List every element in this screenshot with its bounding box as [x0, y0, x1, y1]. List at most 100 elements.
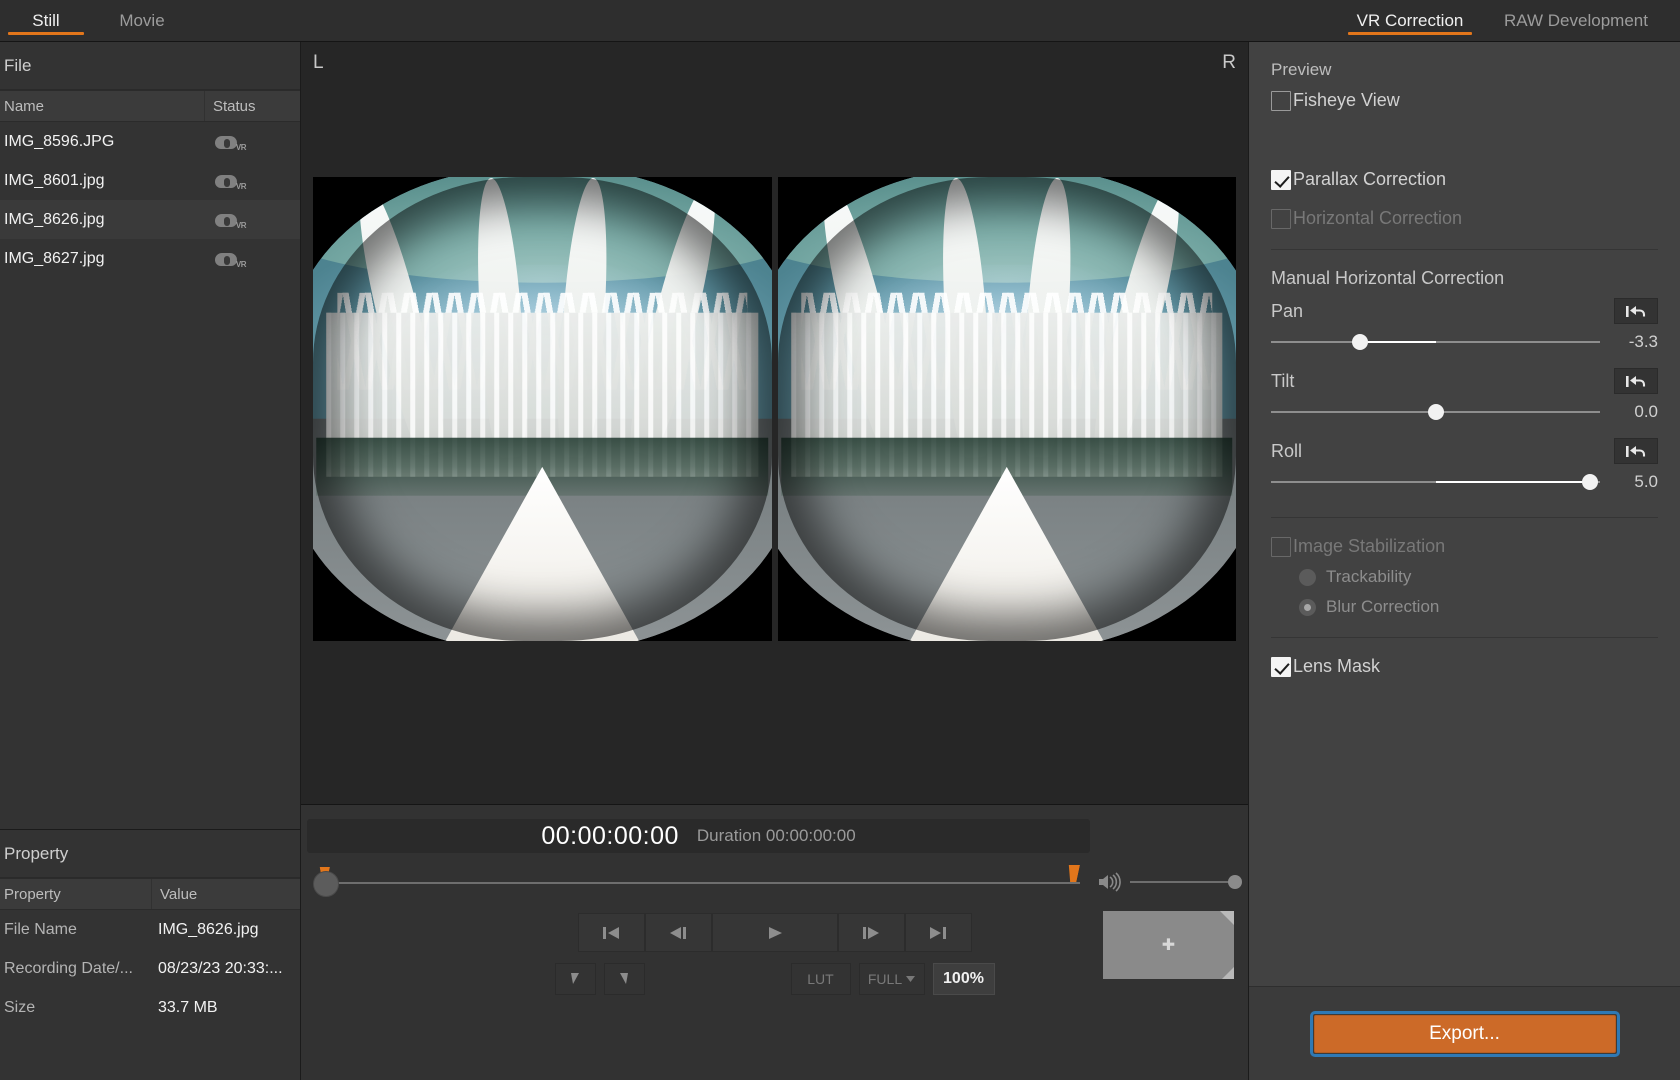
horizontal-correction-label: Horizontal Correction [1293, 208, 1463, 228]
scrubber-track[interactable] [321, 882, 1080, 884]
export-button-label: Export... [1429, 1022, 1500, 1044]
property-row: Size 33.7 MB [0, 988, 300, 1027]
vr-goggles-icon: VR [215, 131, 247, 153]
lens-mask-checkbox[interactable] [1271, 656, 1291, 677]
file-list-header: Name Status [0, 90, 300, 122]
reset-arrow-icon [1626, 445, 1646, 457]
step-forward-button[interactable] [837, 913, 905, 952]
duration-label: Duration 00:00:00:00 [696, 826, 856, 845]
file-row[interactable]: IMG_8601.jpg VR [0, 161, 300, 200]
property-key: Size [4, 998, 36, 1016]
set-mark-out-button[interactable] [603, 963, 645, 995]
file-row[interactable]: IMG_8627.jpg VR [0, 239, 300, 278]
right-eye-image[interactable] [777, 177, 1236, 641]
left-eye-label: L [313, 52, 324, 73]
lens-mask-label: Lens Mask [1293, 656, 1381, 676]
top-tab-bar: Still Movie VR Correction RAW Developmen… [0, 0, 1680, 42]
volume-control[interactable] [1096, 863, 1242, 901]
tilt-slider-track[interactable] [1271, 404, 1600, 420]
stereo-preview-viewer[interactable]: L R [301, 42, 1248, 805]
go-to-start-button[interactable] [577, 913, 645, 952]
manual-correction-title: Manual Horizontal Correction [1271, 268, 1505, 288]
tab-vr-correction[interactable]: VR Correction [1340, 0, 1480, 41]
skip-to-start-icon [603, 926, 619, 939]
set-mark-in-button[interactable] [554, 963, 596, 995]
roll-reset-button[interactable] [1614, 438, 1658, 464]
zoom-level-button[interactable]: 100% [932, 963, 995, 995]
roll-slider-knob[interactable] [1582, 474, 1599, 490]
left-eye-image[interactable] [313, 177, 772, 641]
reset-arrow-icon [1626, 305, 1646, 317]
horizontal-correction-row[interactable]: Horizontal Correction [1271, 208, 1658, 229]
speaker-icon[interactable] [1096, 871, 1122, 893]
pan-slider-knob[interactable] [1351, 334, 1368, 350]
file-row[interactable]: IMG_8596.JPG VR [0, 122, 300, 161]
lut-button[interactable]: LUT [790, 963, 851, 995]
tilt-label: Tilt [1271, 370, 1295, 391]
mark-in-icon [571, 973, 579, 984]
tab-vr-correction-label: VR Correction [1356, 10, 1464, 30]
column-header-status[interactable]: Status [205, 91, 300, 121]
go-to-end-button[interactable] [904, 913, 972, 952]
lut-label: LUT [807, 971, 834, 987]
fisheye-view-checkbox[interactable] [1271, 90, 1291, 111]
timeline-scrubber[interactable] [307, 863, 1090, 901]
mode-tabs: Still Movie [0, 0, 192, 41]
mark-out-icon[interactable] [1065, 865, 1080, 882]
pan-slider-block: Pan -3.3 [1271, 295, 1658, 357]
step-forward-icon [863, 926, 879, 939]
column-header-value[interactable]: Value [152, 879, 300, 909]
blur-correction-row[interactable]: Blur Correction [1299, 597, 1658, 617]
tab-movie[interactable]: Movie [92, 0, 192, 41]
fisheye-view-row[interactable]: Fisheye View [1271, 90, 1658, 111]
property-panel-title: Property [0, 830, 300, 878]
pan-slider-track[interactable] [1271, 334, 1600, 350]
vr-goggles-icon: VR [215, 248, 247, 270]
volume-slider-track[interactable] [1130, 875, 1242, 889]
roll-slider-track[interactable] [1271, 474, 1600, 490]
column-header-name[interactable]: Name [0, 91, 205, 121]
tab-still[interactable]: Still [0, 0, 92, 41]
image-stabilization-checkbox[interactable] [1271, 536, 1291, 557]
pan-reset-button[interactable] [1614, 298, 1658, 324]
mark-out-icon [620, 973, 628, 984]
parallax-correction-checkbox[interactable] [1271, 169, 1291, 190]
tilt-slider-knob[interactable] [1427, 404, 1444, 420]
image-stabilization-row[interactable]: Image Stabilization [1271, 536, 1658, 557]
column-header-property[interactable]: Property [0, 879, 152, 909]
lens-mask-row[interactable]: Lens Mask [1271, 656, 1658, 677]
volume-slider-knob[interactable] [1228, 875, 1242, 889]
tab-raw-development[interactable]: RAW Development [1480, 0, 1680, 41]
tab-raw-development-label: RAW Development [1504, 10, 1648, 30]
horizontal-correction-checkbox[interactable] [1271, 208, 1291, 229]
move-crosshair-icon: ✚ [1161, 937, 1176, 954]
zoom-level-label: 100% [943, 970, 984, 987]
file-browser-panel: File Name Status IMG_8596.JPG VR IMG_860… [0, 42, 301, 1080]
chevron-down-icon [906, 976, 916, 982]
parallax-correction-row[interactable]: Parallax Correction [1271, 169, 1658, 190]
timecode-bar[interactable]: 00:00:00:00 Duration 00:00:00:00 [307, 819, 1090, 853]
file-status: VR [205, 248, 300, 270]
fisheye-view-label: Fisheye View [1293, 90, 1400, 110]
export-button[interactable]: Export... [1313, 1014, 1616, 1053]
vr-correction-content: Preview Fisheye View Parallax Correction… [1249, 42, 1680, 986]
trackability-radio[interactable] [1299, 568, 1316, 586]
file-list: IMG_8596.JPG VR IMG_8601.jpg VR IMG_8626… [0, 122, 300, 829]
parallax-correction-label: Parallax Correction [1293, 169, 1447, 189]
property-row: Recording Date/... 08/23/23 20:33:... [0, 949, 300, 988]
quality-dropdown[interactable]: FULL [858, 963, 925, 995]
file-name: IMG_8601.jpg [4, 171, 105, 189]
navigator-thumbnail[interactable]: ✚ [1103, 911, 1234, 979]
reset-arrow-icon [1626, 375, 1646, 387]
file-status: VR [205, 170, 300, 192]
export-focus-ring: Export... [1309, 1010, 1620, 1057]
play-button[interactable] [711, 913, 838, 952]
tilt-reset-button[interactable] [1614, 368, 1658, 394]
preview-section-label: Preview [1271, 60, 1332, 79]
tilt-slider-block: Tilt 0.0 [1271, 365, 1658, 427]
trackability-row[interactable]: Trackability [1299, 567, 1658, 587]
playhead-handle[interactable] [313, 871, 339, 897]
blur-correction-radio[interactable] [1299, 598, 1316, 616]
step-backward-button[interactable] [644, 913, 712, 952]
file-row-selected[interactable]: IMG_8626.jpg VR [0, 200, 300, 239]
